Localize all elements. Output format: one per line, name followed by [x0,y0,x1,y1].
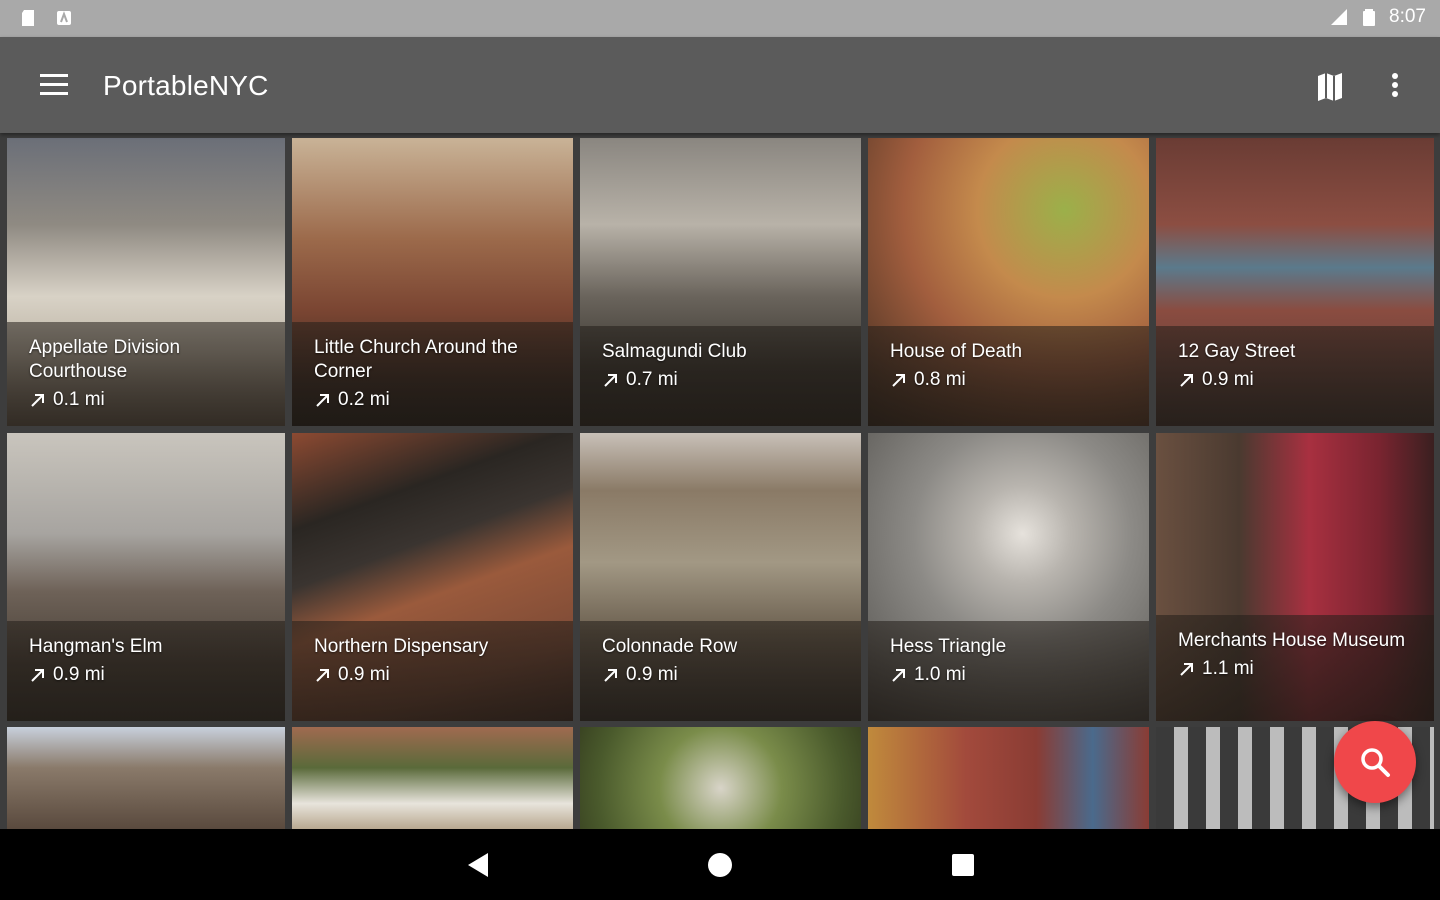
place-caption: Little Church Around the Corner 0.2 mi [292,322,573,426]
place-name: Appellate Division Courthouse [29,337,181,382]
search-icon [1361,748,1390,777]
direction-arrow-icon [1180,374,1193,387]
notification-icon [57,11,71,25]
place-photo [292,727,573,829]
place-caption: Hangman's Elm 0.9 mi [7,621,285,721]
place-tile[interactable] [7,727,285,829]
place-caption: Salmagundi Club 0.7 mi [580,326,861,426]
direction-arrow-icon [1180,663,1193,676]
place-name: Colonnade Row [602,636,738,657]
place-tile[interactable]: Northern Dispensary 0.9 mi [292,433,573,721]
place-tile[interactable]: 12 Gay Street 0.9 mi [1156,138,1434,426]
place-photo [7,727,285,829]
place-tile[interactable]: Hess Triangle 1.0 mi [868,433,1149,721]
place-name: 12 Gay Street [1178,341,1296,362]
direction-arrow-icon [892,669,905,682]
place-name: Salmagundi Club [602,341,747,362]
place-name: Hangman's Elm [29,636,163,657]
place-name: House of Death [890,341,1023,362]
places-grid: Appellate Division Courthouse 0.1 mi Lit… [0,133,1440,829]
place-caption: House of Death 0.8 mi [868,326,1149,426]
place-name: Merchants House Museum [1178,630,1406,651]
place-tile[interactable] [292,727,573,829]
place-tile[interactable]: Merchants House Museum 1.1 mi [1156,433,1434,721]
app-title: PortableNYC [103,70,269,101]
map-button[interactable] [1310,67,1350,107]
place-distance: 0.9 mi [1178,368,1412,392]
place-distance: 0.7 mi [602,368,839,392]
map-icon [1318,73,1342,101]
direction-arrow-icon [892,374,905,387]
place-tile[interactable] [580,727,861,829]
direction-arrow-icon [604,669,617,682]
sd-card-icon [22,10,34,26]
place-tile[interactable]: Appellate Division Courthouse 0.1 mi [7,138,285,426]
place-name: Little Church Around the Corner [314,337,518,382]
direction-arrow-icon [316,669,329,682]
recents-button[interactable] [947,849,979,881]
signal-icon [1331,9,1348,25]
place-distance: 0.9 mi [602,663,839,687]
recents-icon [952,854,974,876]
place-caption: Colonnade Row 0.9 mi [580,621,861,721]
more-vert-icon [1392,73,1398,97]
place-distance: 0.1 mi [29,388,263,412]
overflow-menu-button[interactable] [1380,67,1410,107]
place-tile[interactable]: Salmagundi Club 0.7 mi [580,138,861,426]
place-tile[interactable]: Little Church Around the Corner 0.2 mi [292,138,573,426]
back-button[interactable] [462,849,494,881]
place-name: Hess Triangle [890,636,1007,657]
search-fab[interactable] [1334,721,1416,803]
direction-arrow-icon [604,374,617,387]
home-button[interactable] [704,849,736,881]
back-icon [468,853,488,877]
app-bar: PortableNYC [0,37,1440,133]
direction-arrow-icon [31,669,44,682]
place-name: Northern Dispensary [314,636,489,657]
place-tile[interactable]: Hangman's Elm 0.9 mi [7,433,285,721]
place-photo [580,727,861,829]
place-caption: Merchants House Museum 1.1 mi [1156,615,1434,721]
place-distance: 0.8 mi [890,368,1127,392]
direction-arrow-icon [31,394,44,407]
place-caption: Appellate Division Courthouse 0.1 mi [7,322,285,426]
menu-icon [40,74,68,95]
place-photo [868,727,1149,829]
place-tile[interactable]: House of Death 0.8 mi [868,138,1149,426]
battery-icon [1363,9,1376,26]
place-tile[interactable] [868,727,1149,829]
place-distance: 0.2 mi [314,388,551,412]
place-distance: 1.1 mi [1178,657,1412,681]
place-distance: 0.9 mi [314,663,551,687]
status-time: 8:07 [1389,6,1426,27]
place-caption: 12 Gay Street 0.9 mi [1156,326,1434,426]
direction-arrow-icon [316,394,329,407]
navigation-bar [0,829,1440,900]
place-caption: Hess Triangle 1.0 mi [868,621,1149,721]
home-icon [708,853,732,877]
place-tile[interactable]: Colonnade Row 0.9 mi [580,433,861,721]
place-distance: 0.9 mi [29,663,263,687]
status-bar: 8:07 [0,0,1440,37]
menu-button[interactable] [32,67,76,103]
place-distance: 1.0 mi [890,663,1127,687]
place-caption: Northern Dispensary 0.9 mi [292,621,573,721]
